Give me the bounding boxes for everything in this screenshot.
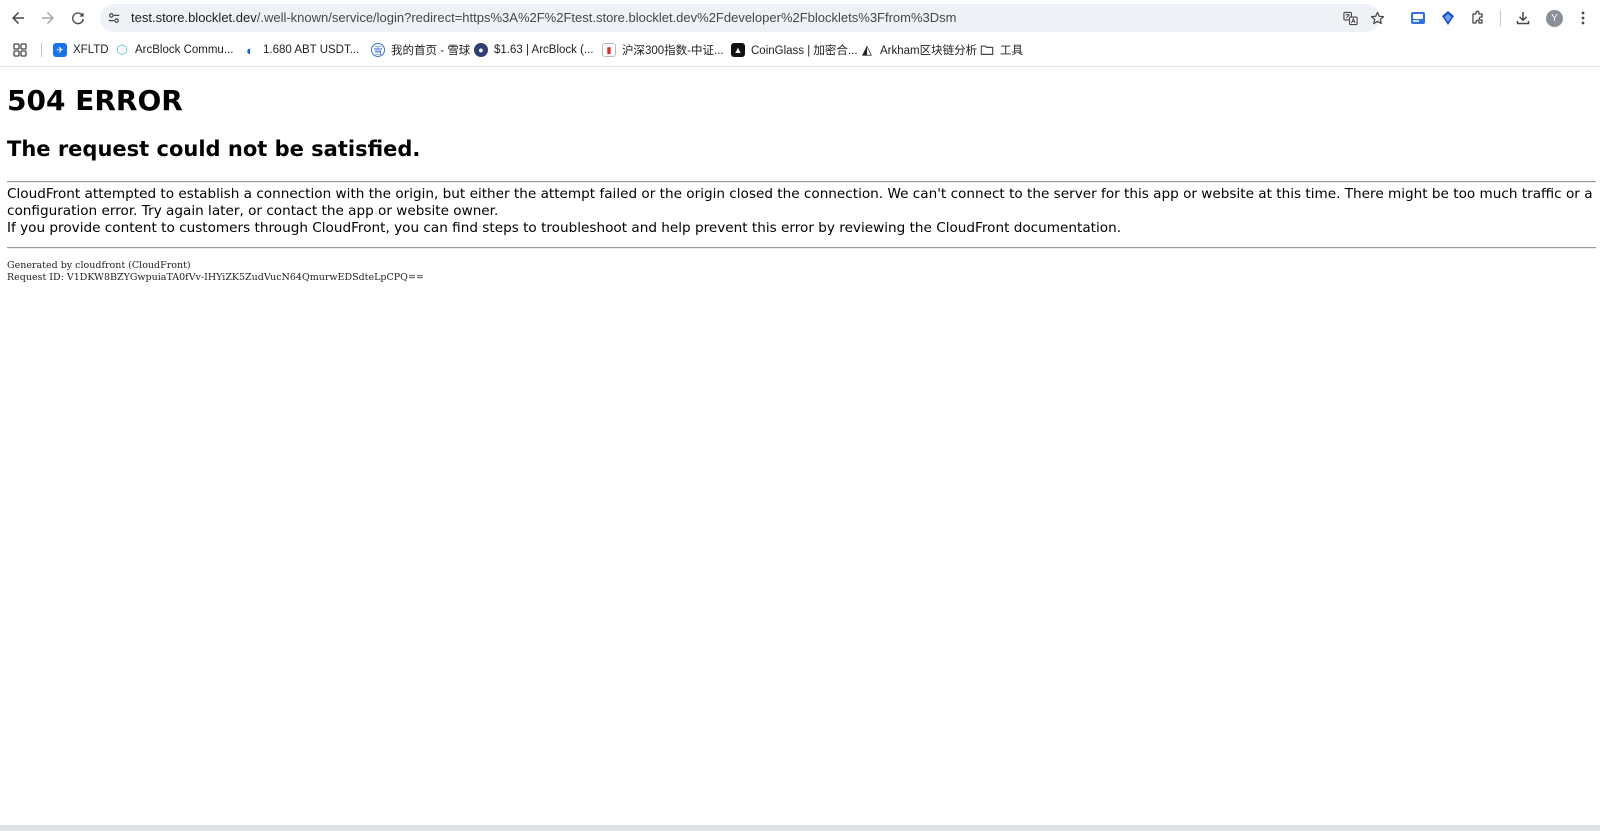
- site-info-icon[interactable]: [104, 8, 124, 28]
- coinglass-favicon: ▲: [731, 43, 745, 57]
- bookmark-item[interactable]: ✈ XFLTD: [53, 40, 109, 60]
- extension-wallet-icon[interactable]: [1437, 7, 1459, 29]
- apps-grid-icon[interactable]: [12, 42, 28, 58]
- browser-toolbar: test.store.blocklet.dev/.well-known/serv…: [0, 0, 1600, 36]
- exchange-favicon: ◐: [246, 42, 254, 58]
- bookmark-folder[interactable]: 工具: [980, 40, 1023, 60]
- bookmark-label: Arkham区块链分析: [880, 45, 978, 57]
- download-icon[interactable]: [1512, 7, 1534, 29]
- error-description: CloudFront attempted to establish a conn…: [7, 186, 1596, 237]
- kebab-menu-icon[interactable]: [1572, 7, 1594, 29]
- profile-avatar[interactable]: Y: [1546, 10, 1563, 27]
- folder-icon: [980, 43, 994, 57]
- arcblock-favicon: ⬡: [116, 42, 128, 57]
- bookmark-label: $1.63 | ArcBlock (...: [494, 44, 594, 56]
- arkham-favicon: ◭: [862, 42, 872, 57]
- csindex-favicon: ▮: [602, 43, 616, 57]
- bookmark-label: CoinGlass | 加密合...: [751, 45, 858, 57]
- divider: [7, 247, 1596, 249]
- bookmarks-separator: [41, 43, 42, 57]
- generated-by-text: Generated by cloudfront (CloudFront): [7, 260, 191, 271]
- window-bottom-edge: [0, 825, 1600, 831]
- reload-icon[interactable]: [66, 6, 90, 30]
- divider: [7, 181, 1596, 183]
- bookmark-item[interactable]: ◭ Arkham区块链分析: [860, 40, 977, 60]
- error-title: The request could not be satisfied.: [7, 137, 421, 161]
- forward-arrow-icon[interactable]: [36, 6, 60, 30]
- url-host: test.store.blocklet.dev: [131, 10, 257, 25]
- bookmark-item[interactable]: ▮ 沪深300指数-中证...: [602, 40, 724, 60]
- puzzle-icon[interactable]: [1467, 7, 1489, 29]
- coingecko-favicon: ●: [474, 43, 488, 57]
- bookmark-label: 沪深300指数-中证...: [622, 45, 724, 57]
- bookmark-label: 1.680 ABT USDT...: [263, 44, 360, 56]
- bookmark-label: XFLTD: [73, 44, 109, 56]
- toolbar-separator: [1500, 10, 1501, 26]
- star-icon[interactable]: [1367, 8, 1387, 28]
- error-paragraph: If you provide content to customers thro…: [7, 220, 1122, 236]
- address-bar[interactable]: test.store.blocklet.dev/.well-known/serv…: [100, 4, 1384, 32]
- bookmark-item[interactable]: ◐ 1.680 ABT USDT...: [243, 40, 359, 60]
- browser-chrome: test.store.blocklet.dev/.well-known/serv…: [0, 0, 1600, 67]
- bookmark-item[interactable]: 雪 我的首页 - 雪球: [371, 40, 470, 60]
- back-arrow-icon[interactable]: [6, 6, 30, 30]
- bookmark-label: ArcBlock Commu...: [135, 44, 234, 56]
- error-paragraph: CloudFront attempted to establish a conn…: [7, 186, 1593, 219]
- bookmarks-bar: ✈ XFLTD ⬡ ArcBlock Commu... ◐ 1.680 ABT …: [0, 38, 1600, 62]
- error-footer: Generated by cloudfront (CloudFront) Req…: [7, 260, 424, 284]
- xueqiu-favicon: 雪: [371, 43, 385, 57]
- bookmark-item[interactable]: ⬡ ArcBlock Commu...: [115, 40, 233, 60]
- extension-screenshot-icon[interactable]: [1407, 7, 1429, 29]
- bookmark-item[interactable]: ▲ CoinGlass | 加密合...: [731, 40, 858, 60]
- url-path: /.well-known/service/login?redirect=http…: [256, 10, 957, 25]
- bookmark-label: 工具: [1000, 45, 1023, 57]
- url-text[interactable]: test.store.blocklet.dev/.well-known/serv…: [131, 9, 957, 27]
- request-id-text: Request ID: V1DKW8BZYGwpuiaTA0fVv-IHYiZK…: [7, 272, 424, 283]
- error-page: 504 ERROR The request could not be satis…: [0, 67, 1600, 825]
- bookmark-item[interactable]: ● $1.63 | ArcBlock (...: [474, 40, 594, 60]
- xfltd-favicon: ✈: [53, 43, 67, 57]
- bookmark-label: 我的首页 - 雪球: [391, 45, 471, 57]
- error-code-heading: 504 ERROR: [7, 84, 183, 117]
- translate-icon[interactable]: [1340, 8, 1360, 28]
